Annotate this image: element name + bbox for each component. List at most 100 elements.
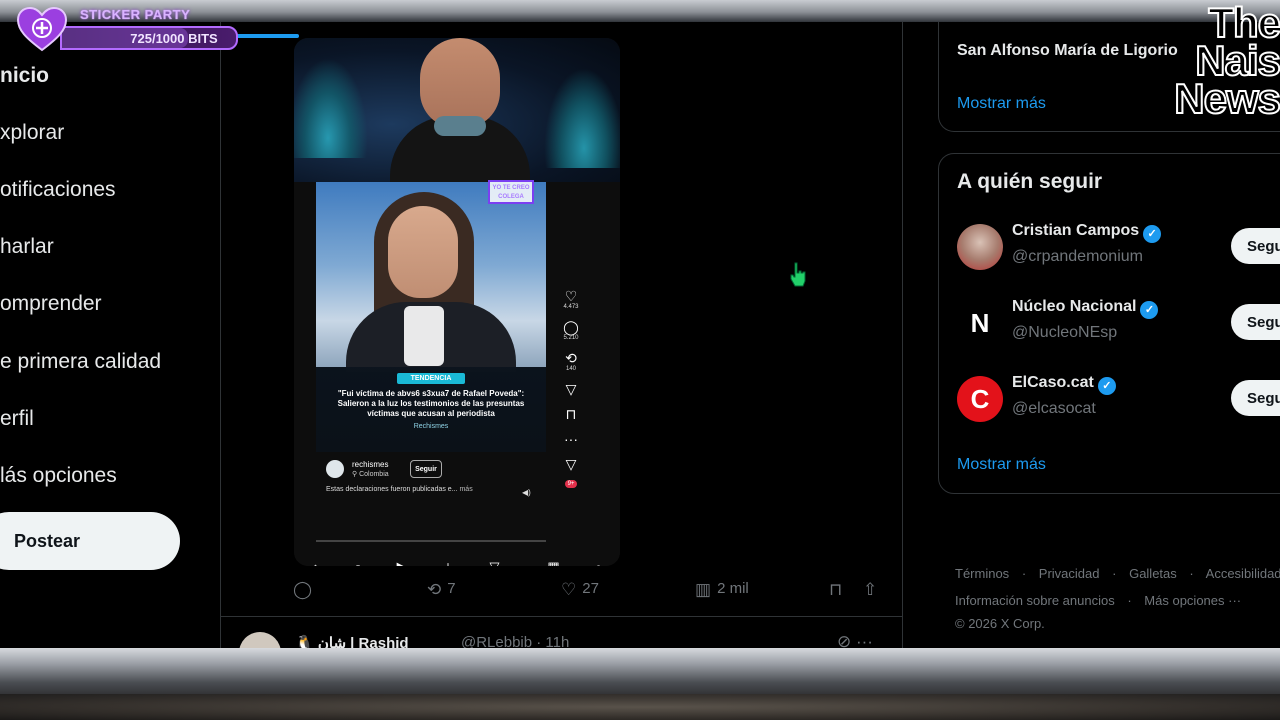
privacy-link[interactable]: Privacidad xyxy=(1039,566,1100,581)
suggestion-handle: @NucleoNEsp xyxy=(1012,324,1118,341)
views-button[interactable]: ▥ 2 mil xyxy=(695,580,749,600)
verified-badge-icon: ✓ xyxy=(1097,377,1116,395)
notification-badge: 9+ xyxy=(564,480,578,488)
show-more-link[interactable]: Mostrar más xyxy=(957,95,1046,113)
embedded-tiktok: TENDENCIA "Fui víctima de abvs6 s3xua7 d… xyxy=(294,180,620,566)
tiktok-poster: rechismes ⚲ Colombia Seguir Estas declar… xyxy=(316,456,546,526)
avatar[interactable]: C xyxy=(957,376,1003,422)
nav-item-profile[interactable]: erfil xyxy=(0,407,34,431)
nav-item-notifications[interactable]: otificaciones xyxy=(0,178,116,202)
bookmark-button[interactable]: ⊓ xyxy=(829,580,848,600)
follow-suggestion[interactable]: Cristian Campos✓ @crpandemonium Seguir xyxy=(957,222,1280,272)
share-button[interactable]: ⇧ xyxy=(863,580,883,600)
play-icon[interactable]: ▶ xyxy=(397,559,407,566)
tiktok-bookmark[interactable]: ⊓ xyxy=(558,406,584,422)
bits-progress-bar: 725/1000 BITS xyxy=(60,26,238,50)
suggestion-name[interactable]: Cristian Campos ✓ xyxy=(1012,222,1162,243)
tiktok-like[interactable]: ♡ 4.473 xyxy=(558,288,584,310)
loading-progress-bar xyxy=(235,34,299,38)
plus-icon[interactable]: ＋ xyxy=(442,558,455,567)
ads-info-link[interactable]: Información sobre anuncios xyxy=(955,593,1115,608)
avatar[interactable] xyxy=(239,632,281,648)
more-icon[interactable]: ··· xyxy=(856,632,873,648)
tiktok-bottom-bar: ⌂ ⌕ ▶ ＋ ▽9+ ▦ ● xyxy=(294,554,620,566)
tiktok-share[interactable]: ▽ xyxy=(558,381,584,397)
tiktok-filter[interactable]: ▽ 9+ xyxy=(558,456,584,490)
tiktok-side-actions: ♡ 4.473 ◯ 5.210 ⟲ 140 ▽ ⊓ ··· ▽ 9+ xyxy=(558,288,584,499)
video-caption: TENDENCIA "Fui víctima de abvs6 s3xua7 d… xyxy=(316,367,546,452)
show-more-link[interactable]: Mostrar más xyxy=(957,456,1046,474)
feed: TENDENCIA "Fui víctima de abvs6 s3xua7 d… xyxy=(221,22,902,648)
brand-box-logo: YO TE CREO COLEGA xyxy=(488,180,534,204)
divider-right xyxy=(902,22,903,648)
nav-item-home[interactable]: nicio xyxy=(0,64,49,88)
footer-links-row: Información sobre anuncios · Más opcione… xyxy=(955,593,1242,608)
post-button[interactable]: Postear xyxy=(0,512,180,570)
heart-icon: ♡ xyxy=(564,288,578,304)
tiktok-video-card[interactable]: TENDENCIA "Fui víctima de abvs6 s3xua7 d… xyxy=(316,182,546,452)
grok-icon[interactable]: ⊘ ··· xyxy=(837,632,873,648)
palm-decoration xyxy=(544,68,620,168)
trend-item[interactable]: San Alfonso María de Ligorio xyxy=(957,42,1178,60)
follow-button[interactable]: Seguir xyxy=(1231,304,1280,340)
nav-item-premium[interactable]: e primera calidad xyxy=(0,350,161,374)
follow-button[interactable]: Seguir xyxy=(1231,380,1280,416)
more-options-link[interactable]: Más opciones ··· xyxy=(1144,593,1241,608)
poster-name[interactable]: rechismes xyxy=(352,460,388,469)
suggestion-handle: @crpandemonium xyxy=(1012,248,1143,265)
filter-icon[interactable]: ▽9+ xyxy=(490,559,513,566)
tiktok-more[interactable]: ··· xyxy=(558,431,584,447)
nav-item-chat[interactable]: harlar xyxy=(0,235,54,259)
verified-badge-icon: ✓ xyxy=(1140,301,1159,319)
who-to-follow-card: A quién seguir Cristian Campos ✓ @crpande… xyxy=(938,153,1280,494)
next-tweet-handle[interactable]: @RLebbib · 11h xyxy=(461,634,569,648)
suggestion-name[interactable]: Núcleo Nacional ✓ xyxy=(1012,298,1159,319)
share-icon: ⇧ xyxy=(863,580,878,599)
follow-suggestion[interactable]: N Núcleo Nacional✓ @NucleoNEsp Seguir xyxy=(957,298,1280,348)
poster-location: ⚲ Colombia xyxy=(352,471,389,478)
avatar[interactable]: ● xyxy=(595,560,603,567)
suggestion-name[interactable]: ElCaso.cat ✓ xyxy=(1012,374,1116,395)
the-nais-news-logo: The Nais News xyxy=(1173,0,1280,122)
follow-suggestion[interactable]: C ElCaso.cat✓ @elcasocat Seguir xyxy=(957,374,1280,424)
share-icon: ▽ xyxy=(565,381,577,397)
repost-icon: ⟲ xyxy=(427,580,442,599)
comment-icon: ◯ xyxy=(563,319,579,335)
terms-link[interactable]: Términos xyxy=(955,566,1009,581)
cookies-link[interactable]: Galletas xyxy=(1129,566,1177,581)
avatar[interactable] xyxy=(326,460,344,478)
speaker-icon[interactable]: ◀) xyxy=(522,488,531,497)
streamer-figure xyxy=(390,38,530,196)
left-nav: nicio xplorar otificaciones harlar ompre… xyxy=(0,22,220,648)
poster-description: Estas declaraciones fueron publicadas e.… xyxy=(326,486,473,493)
tiktok-comment[interactable]: ◯ 5.210 xyxy=(558,319,584,341)
reply-button[interactable]: ◯ xyxy=(293,580,318,600)
avatar[interactable] xyxy=(957,224,1003,270)
avatar[interactable]: N xyxy=(957,300,1003,346)
repost-button[interactable]: ⟲ 7 xyxy=(427,580,456,600)
woman-face xyxy=(388,206,458,298)
trend-tag: TENDENCIA xyxy=(396,373,466,384)
palm-decoration xyxy=(294,58,368,158)
like-button[interactable]: ♡ 27 xyxy=(561,580,599,600)
nav-item-more-options[interactable]: lás opciones xyxy=(0,464,117,488)
bookmark-icon: ⊓ xyxy=(829,580,843,599)
next-tweet-author[interactable]: 🐧 شان | Rashid xyxy=(295,634,409,648)
more-link[interactable]: más xyxy=(459,486,472,493)
nav-item-explore[interactable]: xplorar xyxy=(0,121,64,145)
filter-icon: ▽ xyxy=(565,456,577,472)
nav-item-understand[interactable]: omprender xyxy=(0,292,102,316)
studio-frame-bottom xyxy=(0,648,1280,720)
search-icon[interactable]: ⌕ xyxy=(354,559,361,566)
follow-button[interactable]: Seguir xyxy=(410,460,442,478)
who-to-follow-title: A quién seguir xyxy=(957,170,1103,193)
tweet-video[interactable]: TENDENCIA "Fui víctima de abvs6 s3xua7 d… xyxy=(294,38,620,566)
accessibility-link[interactable]: Accesibilidad xyxy=(1206,566,1280,581)
streamer-head xyxy=(420,38,500,128)
stats-icon[interactable]: ▦ xyxy=(547,559,559,566)
more-icon: ··· xyxy=(564,431,578,447)
follow-button[interactable]: Seguir xyxy=(1231,228,1280,264)
hand-cursor-icon xyxy=(790,262,806,287)
home-icon[interactable]: ⌂ xyxy=(311,560,319,567)
tiktok-repost[interactable]: ⟲ 140 xyxy=(558,350,584,372)
